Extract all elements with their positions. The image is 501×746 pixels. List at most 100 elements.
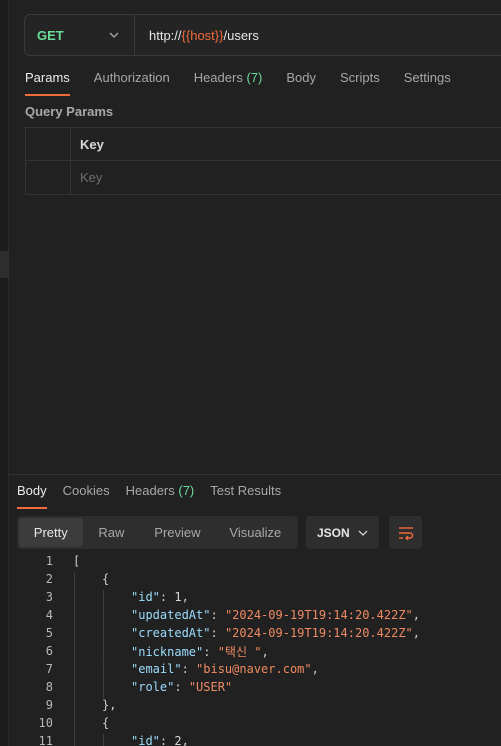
line-number: 7 [45,662,53,676]
json-key: "id" [131,734,160,746]
query-params-table: Key Key [25,127,501,195]
response-code: 1[2{3 "id": 1, 4 "updatedAt": "2024-09-19T1… [9,552,501,746]
tab-body[interactable]: Body [286,70,316,96]
code-text: [ [73,554,80,568]
indent-guide [74,642,75,661]
row-checkbox-cell [26,161,71,194]
code-text: "email": "bisu@naver.com", [73,662,319,680]
json-key: "id" [131,590,160,604]
indent-guide [74,716,75,734]
code-text: "id": 2, [73,734,189,746]
tab-settings[interactable]: Settings [404,70,451,96]
tab-scripts[interactable]: Scripts [340,70,380,96]
tab-authorization[interactable]: Authorization [94,70,170,96]
indent-guide [74,608,75,626]
sidebar-collapse-handle[interactable] [0,251,9,278]
code-text: "createdAt": "2024-09-19T19:14:20.422Z", [73,626,420,644]
wrap-lines-button[interactable] [389,516,422,549]
tab-headers[interactable]: Headers (7) [194,70,263,96]
line-number: 1 [45,554,53,568]
code-text: "role": "USER" [73,680,232,698]
code-text: { [73,572,110,590]
method-label: GET [37,27,64,43]
tab-params[interactable]: Params [25,70,70,96]
request-tabs: Params Authorization Headers (7) Body Sc… [25,70,475,96]
indent-guide [103,662,104,680]
code-text: "nickname": "택신 ", [73,642,269,661]
code-line: 10 { [9,714,501,734]
indent-guide [103,608,104,626]
json-key: "email" [131,662,182,676]
json-punctuation: [ [73,554,81,568]
view-pretty-button[interactable]: Pretty [19,518,83,547]
params-empty-row: Key [26,161,501,194]
format-select[interactable]: JSON [306,516,379,549]
response-tab-headers[interactable]: Headers (7) [126,483,195,509]
view-preview-button[interactable]: Preview [140,518,214,547]
url-suffix: /users [223,27,259,43]
url-prefix: http:// [149,27,182,43]
view-mode-group: Pretty Raw Preview Visualize [17,516,298,549]
chevron-down-icon [357,527,369,539]
indent-guide [103,734,104,746]
url-variable: {{host}} [181,27,224,43]
json-punctuation: { [102,716,110,730]
code-line: 9}, [9,696,501,716]
query-params-title: Query Params [25,104,114,119]
line-number: 4 [45,608,53,622]
response-tab-cookies[interactable]: Cookies [63,483,110,509]
json-punctuation: }, [102,698,117,712]
code-line: 6 "nickname": "택신 ", [9,642,501,661]
headers-count: (7) [246,70,263,85]
indent-guide [74,734,75,746]
code-line: 1[ [9,552,501,570]
key-input[interactable]: Key [71,161,501,194]
line-number: 11 [38,734,53,746]
code-line: 2{ [9,570,501,590]
json-value: 1 [174,590,182,604]
line-number: 2 [45,572,53,586]
indent-guide [103,680,104,698]
indent-guide [74,572,75,590]
code-text: { [73,716,110,734]
code-line: 5 "createdAt": "2024-09-19T19:14:20.422Z"… [9,624,501,644]
code-text: }, [73,698,117,716]
json-value: "bisu@naver.com" [196,662,312,676]
line-number: 6 [45,644,53,658]
indent-guide [74,662,75,680]
code-line: 4 "updatedAt": "2024-09-19T19:14:20.422Z"… [9,606,501,626]
code-text: "updatedAt": "2024-09-19T19:14:20.422Z", [73,608,420,626]
json-key: "updatedAt" [131,608,211,622]
code-line: 3 "id": 1, [9,588,501,608]
json-punctuation: { [102,572,110,586]
line-number: 10 [38,716,53,730]
indent-guide [103,590,104,608]
url-bar: GET http://{{host}}/users [24,14,501,56]
column-key-header: Key [80,136,104,152]
method-select[interactable]: GET [25,15,135,55]
json-value: "2024-09-19T19:14:20.422Z" [224,626,413,640]
indent-guide [103,626,104,644]
params-header-row: Key [26,128,501,161]
view-visualize-button[interactable]: Visualize [215,518,296,547]
wrap-lines-icon [398,526,413,540]
indent-guide [74,698,75,716]
line-number: 9 [45,698,53,712]
json-key: "createdAt" [131,626,211,640]
indent-guide [103,642,104,661]
response-tab-test-results[interactable]: Test Results [210,483,281,509]
line-number: 8 [45,680,53,694]
code-line: 7 "email": "bisu@naver.com", [9,660,501,680]
indent-guide [74,626,75,644]
code-line: 8 "role": "USER" [9,678,501,698]
url-input[interactable]: http://{{host}}/users [135,28,259,43]
view-raw-button[interactable]: Raw [83,518,141,547]
json-key: "nickname" [131,644,204,659]
format-label: JSON [317,525,350,540]
code-line: 11 "id": 2, [9,732,501,746]
indent-guide [74,590,75,608]
line-number: 5 [45,626,53,640]
json-value: "2024-09-19T19:14:20.422Z" [224,608,413,622]
line-number: 3 [45,590,53,604]
response-tab-body[interactable]: Body [17,483,47,509]
